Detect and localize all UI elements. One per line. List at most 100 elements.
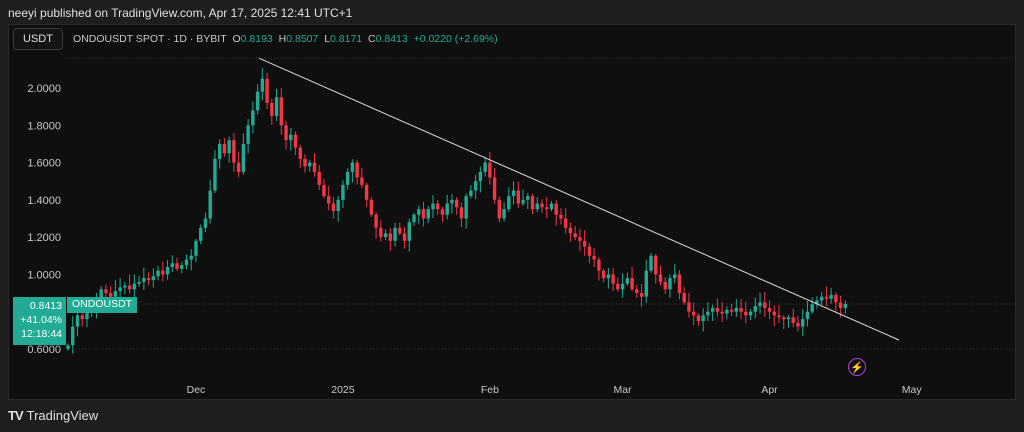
y-tick-label: 1.8000	[27, 120, 61, 132]
candle-body	[834, 294, 838, 303]
tradingview-logo[interactable]: TV TradingView	[8, 408, 98, 423]
candle-body	[824, 296, 829, 299]
candle-body	[459, 207, 464, 219]
candle-body	[644, 270, 648, 297]
candle-body	[194, 240, 198, 256]
candle-body	[217, 143, 222, 159]
candle-body	[66, 345, 70, 349]
candle-body	[251, 110, 255, 126]
symbol-legend: ONDOUSDT SPOT · 1D · BYBIT O0.8193 H0.85…	[73, 33, 498, 45]
candle-body	[744, 311, 748, 316]
candle-body	[75, 315, 80, 327]
candle-body	[729, 309, 734, 312]
candle-body	[227, 140, 231, 154]
candle-body	[786, 317, 791, 320]
candle-body	[720, 311, 724, 314]
candle-body	[739, 307, 743, 312]
candle-body	[758, 302, 762, 307]
y-tick-label: 1.6000	[27, 158, 61, 170]
candle-body	[687, 302, 691, 312]
candle-body	[374, 214, 378, 228]
x-tick-label: 2025	[331, 384, 355, 396]
candle-body	[620, 283, 625, 290]
close-value: 0.8413	[375, 33, 408, 45]
candle-body	[805, 311, 810, 320]
candle-body	[379, 227, 383, 238]
candle-body	[426, 209, 430, 219]
x-tick-label: May	[902, 384, 923, 396]
candle-body	[725, 309, 729, 314]
candle-body	[801, 319, 805, 327]
candle-body	[412, 214, 416, 223]
candle-body	[497, 199, 502, 219]
candle-body	[127, 285, 132, 290]
high-value: 0.8507	[286, 33, 319, 45]
candle-body	[165, 266, 170, 275]
candle-body	[748, 311, 753, 316]
candle-body	[592, 255, 596, 260]
candle-body	[582, 240, 587, 247]
candle-body	[469, 190, 473, 197]
candle-body	[710, 307, 715, 312]
candle-body	[587, 246, 592, 256]
candle-body	[308, 162, 312, 167]
candle-body	[279, 97, 283, 126]
candle-body	[654, 255, 658, 275]
open-value: 0.8193	[240, 33, 273, 45]
candle-body	[492, 177, 497, 200]
candle-body	[393, 227, 397, 241]
candle-body	[578, 237, 582, 241]
candle-body	[274, 97, 279, 116]
candle-body	[521, 199, 525, 204]
candle-body	[559, 214, 563, 219]
last-price: 0.8413	[29, 300, 62, 312]
candle-body	[753, 306, 757, 312]
candle-body	[383, 233, 388, 238]
candle-body	[199, 227, 203, 241]
candle-body	[843, 303, 848, 308]
candle-body	[450, 199, 454, 204]
candle-body	[118, 287, 122, 292]
candle-body	[677, 274, 682, 294]
candle-body	[772, 311, 776, 316]
candle-body	[639, 293, 644, 297]
candle-body	[649, 255, 653, 271]
candle-body	[535, 203, 539, 210]
x-tick-label: Feb	[481, 384, 499, 396]
candle-body	[549, 203, 554, 210]
candle-body	[336, 199, 340, 212]
candle-body	[767, 307, 772, 312]
candle-body	[71, 326, 75, 346]
lightning-alert-icon[interactable]: ⚡	[848, 358, 866, 376]
price-chart[interactable]: 2.0000 1.8000 1.6000 1.4000 1.2000 1.0000 0.60…	[9, 25, 1017, 401]
candle-body	[232, 140, 236, 163]
candle-body	[222, 143, 227, 154]
symbol-info: ONDOUSDT SPOT · 1D · BYBIT	[73, 33, 227, 45]
x-tick-label: Apr	[761, 384, 778, 396]
candle-body	[146, 278, 151, 280]
x-tick-label: Dec	[187, 384, 206, 396]
candle-body	[350, 162, 355, 172]
candle-body	[791, 317, 795, 323]
candle-body	[673, 274, 677, 279]
candle-body	[184, 259, 189, 266]
candle-body	[436, 203, 440, 210]
candle-body	[763, 302, 767, 308]
candle-body	[417, 209, 421, 215]
y-tick-label: 1.4000	[27, 195, 61, 207]
candle-body	[706, 311, 710, 316]
candle-body	[478, 171, 483, 182]
candle-body	[151, 276, 156, 280]
candle-body	[611, 274, 615, 284]
candle-body	[289, 134, 293, 141]
candle-body	[341, 184, 345, 200]
candle-body	[402, 233, 407, 241]
candle-body	[445, 203, 449, 215]
candle-body	[540, 203, 544, 208]
candle-body	[213, 158, 217, 191]
candle-body	[488, 162, 492, 178]
chart-frame[interactable]: 2.0000 1.8000 1.6000 1.4000 1.2000 1.0000 0.60…	[8, 24, 1017, 401]
candle-body	[516, 190, 520, 204]
currency-button[interactable]: USDT	[13, 28, 63, 50]
candle-body	[360, 177, 364, 185]
